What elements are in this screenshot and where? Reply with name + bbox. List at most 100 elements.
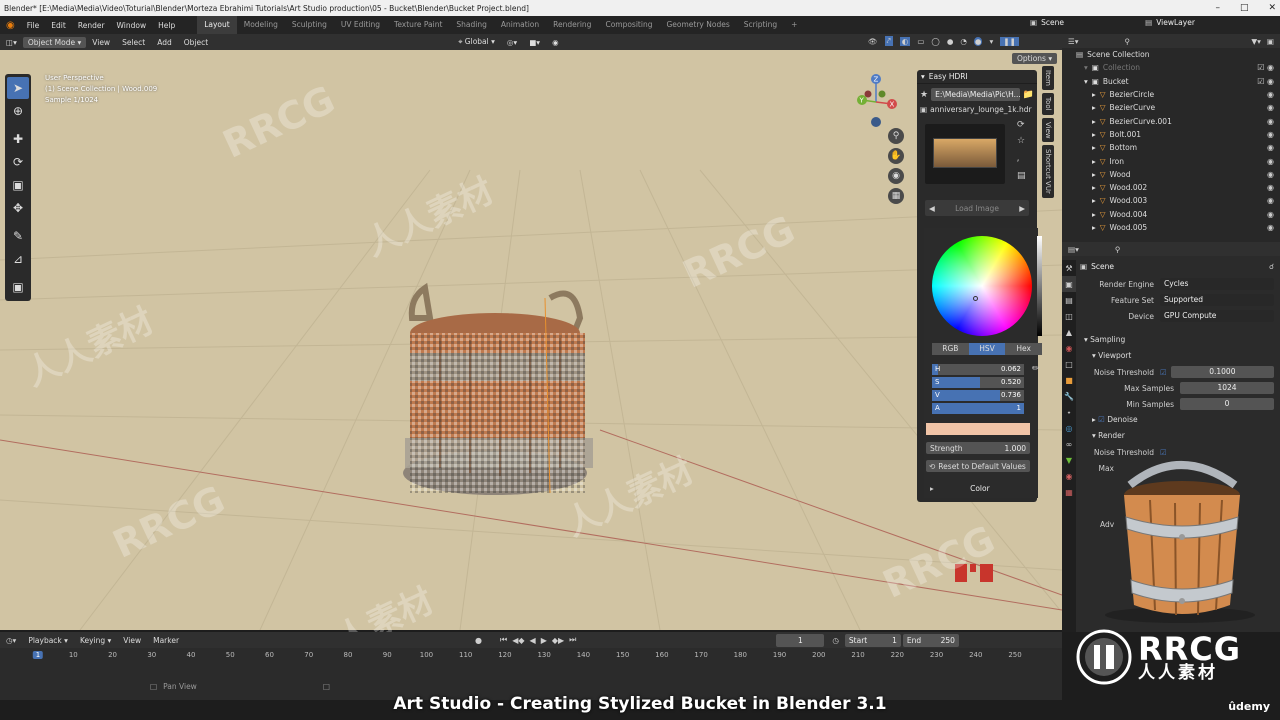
value-slider[interactable] (1037, 236, 1042, 336)
filter-icon[interactable]: ▼▾ (1251, 37, 1261, 46)
data-props-icon[interactable]: ▼ (1062, 452, 1076, 468)
cursor-icon[interactable]: ⊕ (7, 100, 29, 122)
outliner-row[interactable]: ▾ ▣ Collection ☑ ◉ (1062, 61, 1280, 74)
outliner-row[interactable]: ▾ ▣ Bucket ☑ ◉ (1062, 75, 1280, 88)
jump-start-icon[interactable]: ⏮ (500, 635, 507, 645)
favorite-star-icon[interactable]: ★ (920, 90, 928, 100)
camera-view-icon[interactable]: ◉ (888, 168, 904, 184)
color-slider-v[interactable]: V 0.736 (932, 390, 1024, 401)
outliner-row[interactable]: ▸ ▽ BezierCurve ◉ (1062, 101, 1280, 114)
viewport-subsection[interactable]: ▾ Viewport (1080, 348, 1280, 364)
color-wheel-cursor[interactable] (973, 296, 978, 301)
noise-threshold-field[interactable]: 0.1000 (1170, 366, 1274, 378)
outliner-row[interactable]: ▸ ▽ BezierCurve.001 ◉ (1062, 114, 1280, 127)
zoom-icon[interactable]: ⚲ (888, 128, 904, 144)
menu-edit[interactable]: Edit (45, 21, 72, 30)
workspace-tab-layout[interactable]: Layout (197, 16, 237, 34)
denoise-subsection[interactable]: ▸ ☑ Denoise (1080, 412, 1280, 428)
strength-field[interactable]: Strength 1.000 (926, 442, 1030, 454)
render-engine-dropdown[interactable]: Cycles (1160, 278, 1274, 290)
maximize-icon[interactable]: □ (1240, 3, 1249, 13)
view-layer-props-icon[interactable]: ◫ (1062, 308, 1076, 324)
blender-logo-icon[interactable]: ◉ (0, 20, 21, 31)
play-reverse-icon[interactable]: ◀ (530, 636, 536, 645)
pan-hand-icon[interactable]: ✋ (888, 148, 904, 164)
render-subsection[interactable]: ▾ Render (1080, 428, 1280, 444)
color-slider-h[interactable]: H 0.062 (932, 364, 1024, 375)
menu-add[interactable]: Add (151, 38, 178, 47)
properties-editor-icon[interactable]: ▤▾ (1068, 245, 1079, 254)
expand-arrow-icon[interactable]: ▸ (1092, 183, 1096, 192)
workspace-tab-modeling[interactable]: Modeling (237, 16, 285, 34)
visibility-toggle-icon[interactable]: ◉ (1250, 196, 1274, 205)
visibility-toggle-icon[interactable]: ◉ (1250, 90, 1274, 99)
measure-icon[interactable]: ⊿ (7, 248, 29, 270)
shading-rendered-icon[interactable]: ● (973, 36, 983, 46)
annotate-icon[interactable]: ✎ (7, 225, 29, 247)
workspace-tab-texture-paint[interactable]: Texture Paint (387, 16, 449, 34)
record-icon[interactable]: ● (475, 636, 482, 645)
panel-collapse-icon[interactable]: ▾ (921, 70, 925, 84)
pause-render-icon[interactable]: ❚❚ (1000, 36, 1019, 46)
scene-props-tab-icon[interactable]: ▲ (1062, 324, 1076, 340)
prev-keyframe-icon[interactable]: ◀◆ (512, 636, 524, 645)
expand-arrow-icon[interactable]: ▸ (1092, 196, 1096, 205)
render-props-icon[interactable]: ▣ (1062, 276, 1076, 292)
expand-arrow-icon[interactable]: ▸ (1092, 210, 1096, 219)
object-props-icon[interactable]: ■ (1062, 372, 1076, 388)
texture-props-icon[interactable]: ▦ (1062, 484, 1076, 500)
end-frame-field[interactable]: End 250 (902, 633, 959, 647)
add-cube-icon[interactable]: ▣ (7, 276, 29, 298)
overlay-icon[interactable]: ◐ (899, 36, 911, 46)
menu-playback[interactable]: Playback ▾ (22, 636, 74, 645)
tab-hsv[interactable]: HSV (968, 343, 1006, 355)
editor-type-icon[interactable]: ◫▾ (0, 38, 23, 47)
save-icon[interactable]: ▤ (1017, 171, 1026, 181)
add-workspace-button[interactable]: + (784, 16, 804, 34)
color-swatch[interactable] (926, 423, 1030, 435)
menu-object[interactable]: Object (178, 38, 214, 47)
prev-icon[interactable]: ◀ (925, 204, 939, 213)
tool-props-icon[interactable]: ⚒ (1062, 260, 1076, 276)
proportional-edit-icon[interactable]: ◉ (546, 38, 565, 47)
bucket-model[interactable] (400, 278, 600, 508)
transform-icon[interactable]: ✥ (7, 197, 29, 219)
properties-search-icon[interactable]: ⚲ (1115, 245, 1121, 254)
visibility-toggle-icon[interactable]: ◉ (1250, 183, 1274, 192)
timeline-ruler[interactable]: 1 10 20 30 40 50 60 70 80 90 100 110 120 130 140 150 160… (0, 648, 1062, 666)
outliner-search-icon[interactable]: ⚲ (1125, 37, 1131, 46)
outliner-root-row[interactable]: ▤ Scene Collection (1062, 48, 1280, 61)
color-subpanel-header[interactable]: ▸ Color (926, 481, 1030, 495)
color-slider-s[interactable]: S 0.520 (932, 377, 1024, 388)
close-icon[interactable]: ✕ (1268, 3, 1276, 13)
hdri-preview-thumbnail[interactable] (925, 124, 1005, 184)
visibility-toggle-icon[interactable]: ◉ (1250, 157, 1274, 166)
visibility-toggle-icon[interactable]: ◉ (1250, 223, 1274, 232)
physics-props-icon[interactable]: ◎ (1062, 420, 1076, 436)
expand-arrow-icon[interactable]: ▸ (1092, 170, 1096, 179)
easy-hdri-header[interactable]: ▾ Easy HDRI (917, 70, 1037, 84)
workspace-tab-compositing[interactable]: Compositing (598, 16, 659, 34)
next-keyframe-icon[interactable]: ◆▶ (552, 636, 564, 645)
rotate-icon[interactable]: ⟳ (7, 151, 29, 173)
menu-help[interactable]: Help (152, 21, 181, 30)
menu-timeline-view[interactable]: View (117, 636, 147, 645)
expand-arrow-icon[interactable]: ▾ (1084, 63, 1088, 72)
start-frame-field[interactable]: Start 1 (844, 633, 901, 647)
max-samples-field[interactable]: 1024 (1180, 382, 1274, 394)
visibility-toggle-icon[interactable]: ◉ (1250, 210, 1274, 219)
denoise-checkbox[interactable]: ☑ (1098, 415, 1105, 424)
outliner-row[interactable]: ▸ ▽ Wood ◉ (1062, 168, 1280, 181)
sidebar-tab-view[interactable]: View (1042, 117, 1054, 143)
sidebar-tab-item[interactable]: Item (1042, 66, 1054, 90)
workspace-tab-sculpting[interactable]: Sculpting (285, 16, 334, 34)
outliner-row[interactable]: ▸ ▽ Bottom ◉ (1062, 141, 1280, 154)
pivot-icon[interactable]: ◎▾ (501, 38, 523, 47)
branch-icon[interactable]: ⸴ (1017, 152, 1026, 165)
axis-gizmo[interactable]: Z X Y (848, 72, 898, 132)
menu-render[interactable]: Render (72, 21, 111, 30)
collection-props-icon[interactable]: □ (1062, 356, 1076, 372)
load-image-button[interactable]: ◀ Load Image ▶ (925, 200, 1029, 216)
perspective-grid-icon[interactable]: ▦ (888, 188, 904, 204)
workspace-tab-animation[interactable]: Animation (494, 16, 546, 34)
